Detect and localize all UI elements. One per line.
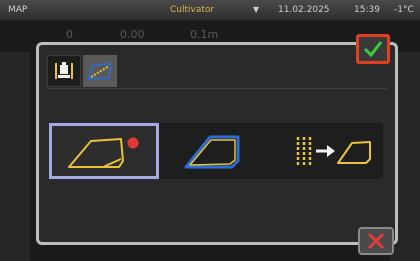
ok-button[interactable] — [356, 34, 390, 64]
tab-implement-config[interactable] — [47, 55, 81, 87]
mode-record-boundary[interactable] — [49, 123, 159, 179]
background-value: 0.00 — [120, 28, 145, 41]
status-bar: MAP Cultivator ▼ 11.02.2025 15:39 -1°C — [0, 0, 420, 20]
field-boundary-icon — [184, 135, 240, 169]
check-icon — [363, 41, 383, 58]
tab-divider — [47, 88, 387, 89]
app-title: MAP — [8, 5, 28, 15]
date-readout: 11.02.2025 — [278, 5, 330, 15]
boundary-map-icon — [87, 63, 112, 80]
close-icon — [367, 232, 385, 250]
temperature-readout: -1°C — [394, 5, 414, 15]
field-boundary-record-icon — [68, 137, 139, 168]
swath-to-boundary-icon — [296, 137, 371, 165]
implement-selector[interactable]: Cultivator — [170, 0, 214, 20]
chevron-down-icon[interactable]: ▼ — [253, 0, 259, 20]
background-value: 0.1m — [190, 28, 219, 41]
boundary-mode-bar — [49, 123, 383, 179]
mode-blue-boundary[interactable] — [161, 123, 271, 179]
tab-boundary-map[interactable] — [83, 55, 117, 87]
implement-config-icon — [55, 62, 73, 79]
background-left-panel — [0, 52, 30, 261]
time-readout: 15:39 — [354, 5, 380, 15]
mode-swath-to-boundary[interactable] — [273, 123, 383, 179]
cancel-button[interactable] — [358, 227, 394, 255]
boundary-dialog — [36, 42, 398, 245]
background-value: 0 — [66, 28, 73, 41]
